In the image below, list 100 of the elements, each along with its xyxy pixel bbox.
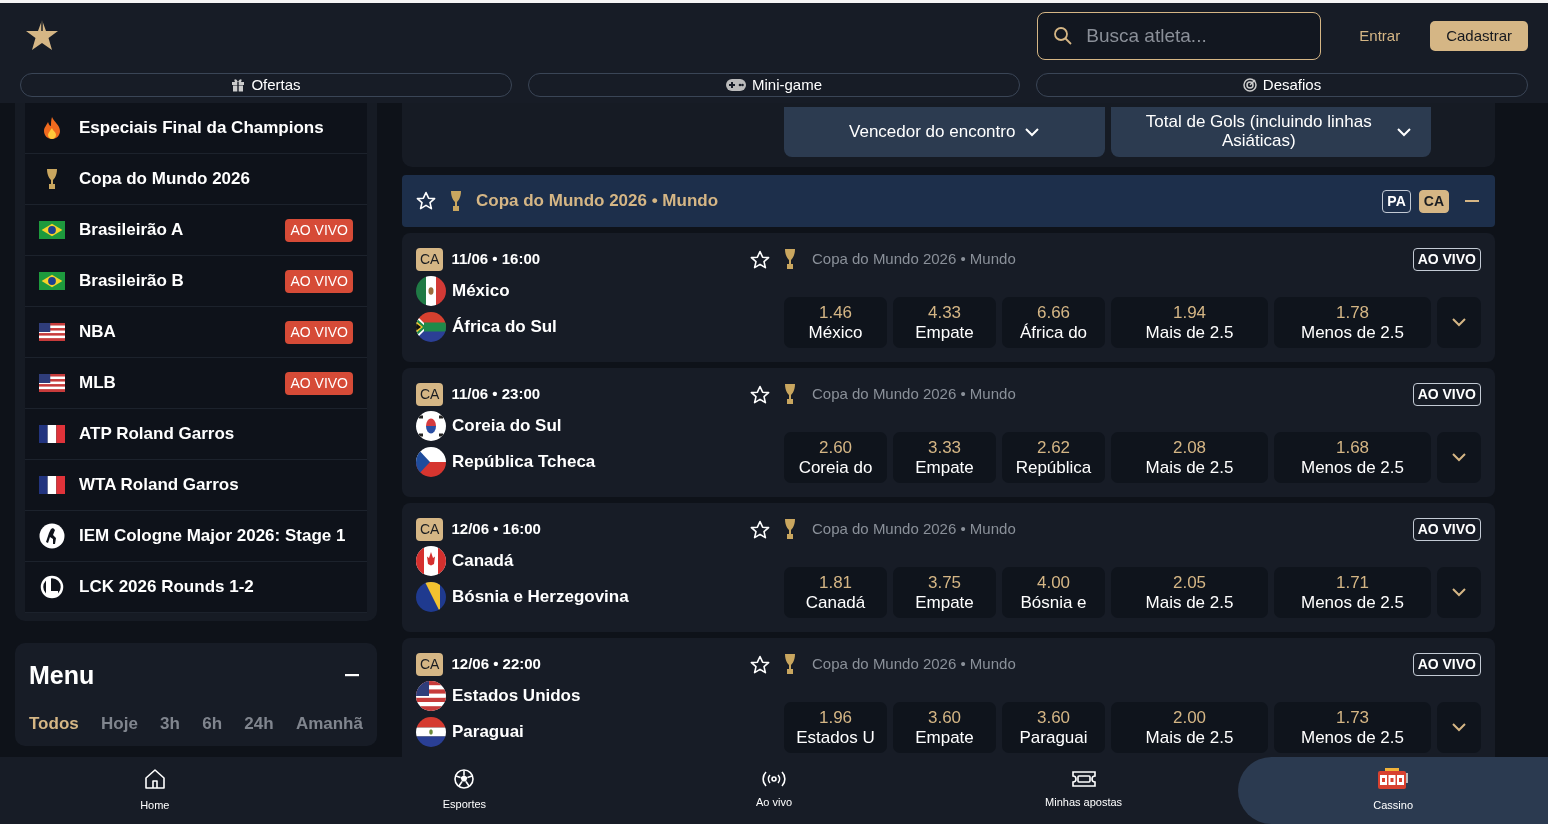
collapse-icon[interactable]: [345, 674, 359, 678]
market-tag[interactable]: PA: [1382, 189, 1411, 213]
trophy-icon: [784, 248, 796, 270]
odds-button[interactable]: 4.00 Bósnia e: [1002, 567, 1105, 618]
competition-name: Copa do Mundo 2026 • Mundo: [812, 518, 1016, 539]
league-header[interactable]: Copa do Mundo 2026 • Mundo PA CA: [402, 175, 1495, 227]
flag-icon: [39, 323, 65, 341]
nav-tab[interactable]: Cassino: [1238, 757, 1548, 824]
league-item[interactable]: Brasileirão A AO VIVO: [25, 205, 367, 256]
league-item[interactable]: ATP Roland Garros: [25, 409, 367, 460]
filter-tab[interactable]: Todos: [29, 710, 79, 736]
league-item[interactable]: NBA AO VIVO: [25, 307, 367, 358]
live-badge: AO VIVO: [1412, 247, 1481, 271]
chevron-down-icon: [1452, 723, 1466, 732]
league-item[interactable]: Brasileirão B AO VIVO: [25, 256, 367, 307]
chevron-down-icon: [1452, 453, 1466, 462]
flag-icon: [39, 425, 65, 443]
target-icon: [1242, 78, 1257, 92]
filter-tab[interactable]: 6h: [202, 710, 223, 736]
league-title: Copa do Mundo 2026 • Mundo: [476, 190, 719, 213]
odds-button[interactable]: 3.33 Empate: [893, 432, 996, 483]
team-name: República Tcheca: [452, 451, 596, 474]
competition-name: Copa do Mundo 2026 • Mundo: [812, 248, 1016, 269]
live-badge: AO VIVO: [1412, 517, 1481, 541]
broadcast-icon: [761, 770, 787, 789]
flag-icon: [39, 374, 65, 392]
home-icon: [142, 767, 167, 792]
team-name: Canadá: [452, 550, 514, 573]
flag-icon: [39, 221, 65, 239]
odds-button[interactable]: 1.78 Menos de 2.5: [1274, 297, 1431, 348]
market-dropdown[interactable]: Vencedor do encontro: [784, 107, 1105, 157]
odds-button[interactable]: 3.75 Empate: [893, 567, 996, 618]
odds-button[interactable]: 2.62 República: [1002, 432, 1105, 483]
match-time: 11/06 • 16:00: [451, 248, 541, 269]
filter-tab[interactable]: 3h: [160, 710, 180, 736]
star-icon[interactable]: [416, 191, 436, 211]
market-tag: CA: [416, 517, 444, 541]
nav-tab[interactable]: Ao vivo: [619, 757, 929, 824]
odds-button[interactable]: 1.94 Mais de 2.5: [1111, 297, 1268, 348]
nav-tab[interactable]: Esportes: [309, 757, 620, 824]
odds-button[interactable]: 3.60 Empate: [893, 702, 996, 753]
nav-tab[interactable]: Minhas apostas: [928, 757, 1239, 824]
nav-tab[interactable]: Home: [0, 757, 310, 824]
signup-button[interactable]: Cadastrar: [1430, 20, 1528, 52]
odds-button[interactable]: 1.81 Canadá: [784, 567, 887, 618]
gamepad-icon: [726, 79, 746, 91]
market-tag[interactable]: CA: [1418, 189, 1449, 213]
flag-icon: [416, 276, 446, 306]
star-icon[interactable]: [750, 384, 770, 405]
star-icon[interactable]: [750, 519, 770, 540]
filter-tab[interactable]: Hoje: [101, 710, 138, 736]
filter-tab[interactable]: Amanhã: [295, 710, 363, 736]
league-item[interactable]: Especiais Final da Champions: [25, 103, 367, 154]
team-name: Coreia do Sul: [452, 415, 562, 438]
flag-icon: [416, 681, 446, 711]
live-badge: AO VIVO: [285, 320, 353, 344]
star-icon[interactable]: [750, 654, 770, 675]
market-tag: CA: [416, 652, 444, 676]
market-dropdown[interactable]: Total de Gols (incluindo linhas Asiáticas): [1110, 107, 1431, 157]
soccer-ball-icon: [453, 768, 476, 791]
odds-button[interactable]: 1.46 México: [784, 297, 887, 348]
team-name: Bósnia e Herzegovina: [452, 586, 629, 609]
chevron-down-icon: [1025, 127, 1040, 137]
odds-button[interactable]: 2.00 Mais de 2.5: [1111, 702, 1268, 753]
league-item[interactable]: WTA Roland Garros: [25, 460, 367, 511]
league-item[interactable]: IEM Cologne Major 2026: Stage 1: [25, 511, 367, 562]
odds-button[interactable]: 2.05 Mais de 2.5: [1111, 567, 1268, 618]
league-item[interactable]: Copa do Mundo 2026: [25, 154, 367, 205]
search-field[interactable]: Busca atleta...: [1037, 12, 1322, 60]
competition-name: Copa do Mundo 2026 • Mundo: [812, 653, 1016, 674]
odds-button[interactable]: 1.73 Menos de 2.5: [1274, 702, 1431, 753]
odds-button[interactable]: 6.66 África do: [1002, 297, 1105, 348]
live-badge: AO VIVO: [285, 269, 353, 293]
odds-button[interactable]: 2.08 Mais de 2.5: [1111, 432, 1268, 483]
odds-button[interactable]: 4.33 Empate: [893, 297, 996, 348]
flag-icon: [39, 476, 65, 494]
filter-tab[interactable]: 24h: [244, 710, 274, 736]
competition-name: Copa do Mundo 2026 • Mundo: [812, 383, 1016, 404]
flag-icon: [416, 717, 446, 747]
flag-icon: [416, 312, 446, 342]
match-time: 11/06 • 23:00: [451, 383, 541, 404]
collapse-icon[interactable]: [1465, 199, 1479, 203]
trophy-icon: [784, 383, 796, 405]
odds-button[interactable]: 2.60 Coreia do: [784, 432, 887, 483]
league-logo-icon: [39, 574, 65, 600]
login-button[interactable]: Entrar: [1353, 23, 1407, 49]
league-item[interactable]: LCK 2026 Rounds 1-2: [25, 562, 367, 613]
odds-button[interactable]: 3.60 Paraguai: [1002, 702, 1105, 753]
star-icon[interactable]: [750, 249, 770, 270]
team-name: África do Sul: [452, 316, 557, 339]
runner-icon: [39, 523, 65, 549]
team-name: México: [452, 280, 510, 303]
live-badge: AO VIVO: [1412, 382, 1481, 406]
gift-icon: [231, 78, 246, 92]
odds-button[interactable]: 1.96 Estados U: [784, 702, 887, 753]
menu-title: Menu: [29, 660, 95, 691]
odds-button[interactable]: 1.71 Menos de 2.5: [1274, 567, 1431, 618]
league-item[interactable]: MLB AO VIVO: [25, 358, 367, 409]
slot-machine-icon: [1377, 767, 1410, 792]
odds-button[interactable]: 1.68 Menos de 2.5: [1274, 432, 1431, 483]
